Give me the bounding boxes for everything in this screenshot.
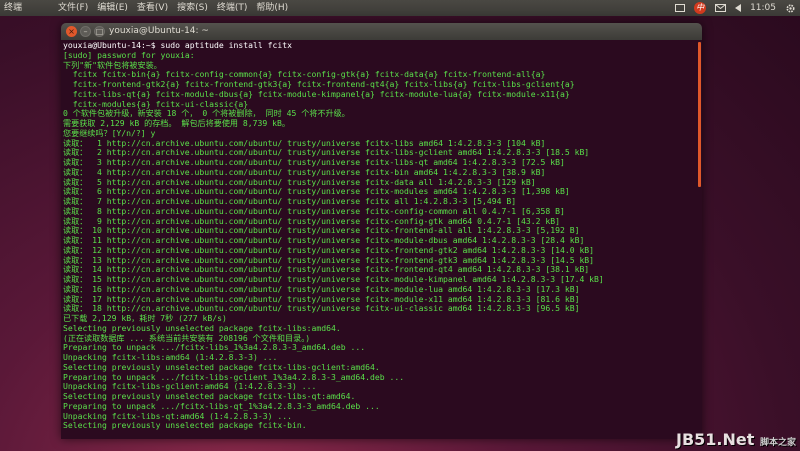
menu-view[interactable]: 查看(V): [137, 0, 168, 16]
window-titlebar[interactable]: × – □ youxia@Ubuntu-14: ~: [61, 23, 702, 40]
menu-search[interactable]: 搜索(S): [177, 0, 208, 16]
input-method-badge: 中: [694, 2, 707, 14]
close-button[interactable]: ×: [66, 26, 77, 37]
active-app-name: 终端: [4, 3, 23, 13]
input-method-icon[interactable]: 中: [694, 2, 707, 14]
terminal-window: × – □ youxia@Ubuntu-14: ~ youxia@Ubuntu-…: [61, 23, 702, 439]
terminal-line: 需要获取 2,129 kB 的存档。 解包后将要使用 8,739 kB。: [63, 118, 290, 128]
menu-terminal[interactable]: 终端(T): [217, 0, 248, 16]
maximize-button[interactable]: □: [94, 26, 105, 37]
menu-file[interactable]: 文件(F): [58, 0, 88, 16]
indicator-box-icon[interactable]: [675, 4, 686, 12]
window-title: youxia@Ubuntu-14: ~: [109, 26, 209, 36]
top-menu-bar: 终端 文件(F) 编辑(E) 查看(V) 搜索(S) 终端(T) 帮助(H) 中…: [0, 0, 800, 16]
menu-help[interactable]: 帮助(H): [256, 0, 288, 16]
menu-edit[interactable]: 编辑(E): [97, 0, 128, 16]
terminal-output[interactable]: youxia@Ubuntu-14:~$ sudo aptitude instal…: [61, 40, 702, 439]
mail-icon[interactable]: [715, 4, 727, 12]
watermark: JB51.Net 脚本之家: [676, 430, 796, 449]
watermark-sub: 脚本之家: [759, 438, 796, 448]
volume-icon[interactable]: [735, 4, 742, 12]
clock[interactable]: 11:05: [750, 0, 776, 16]
watermark-text: JB51.Net: [676, 430, 755, 449]
minimize-button[interactable]: –: [80, 26, 91, 37]
indicator-area: 中 11:05: [675, 0, 796, 16]
terminal-line: Selecting previously unselected package …: [63, 420, 307, 431]
window-controls: × – □: [66, 26, 105, 37]
menu-bar: 文件(F) 编辑(E) 查看(V) 搜索(S) 终端(T) 帮助(H): [58, 0, 297, 16]
gear-icon[interactable]: [785, 3, 796, 14]
terminal-scrollbar[interactable]: [698, 42, 701, 187]
